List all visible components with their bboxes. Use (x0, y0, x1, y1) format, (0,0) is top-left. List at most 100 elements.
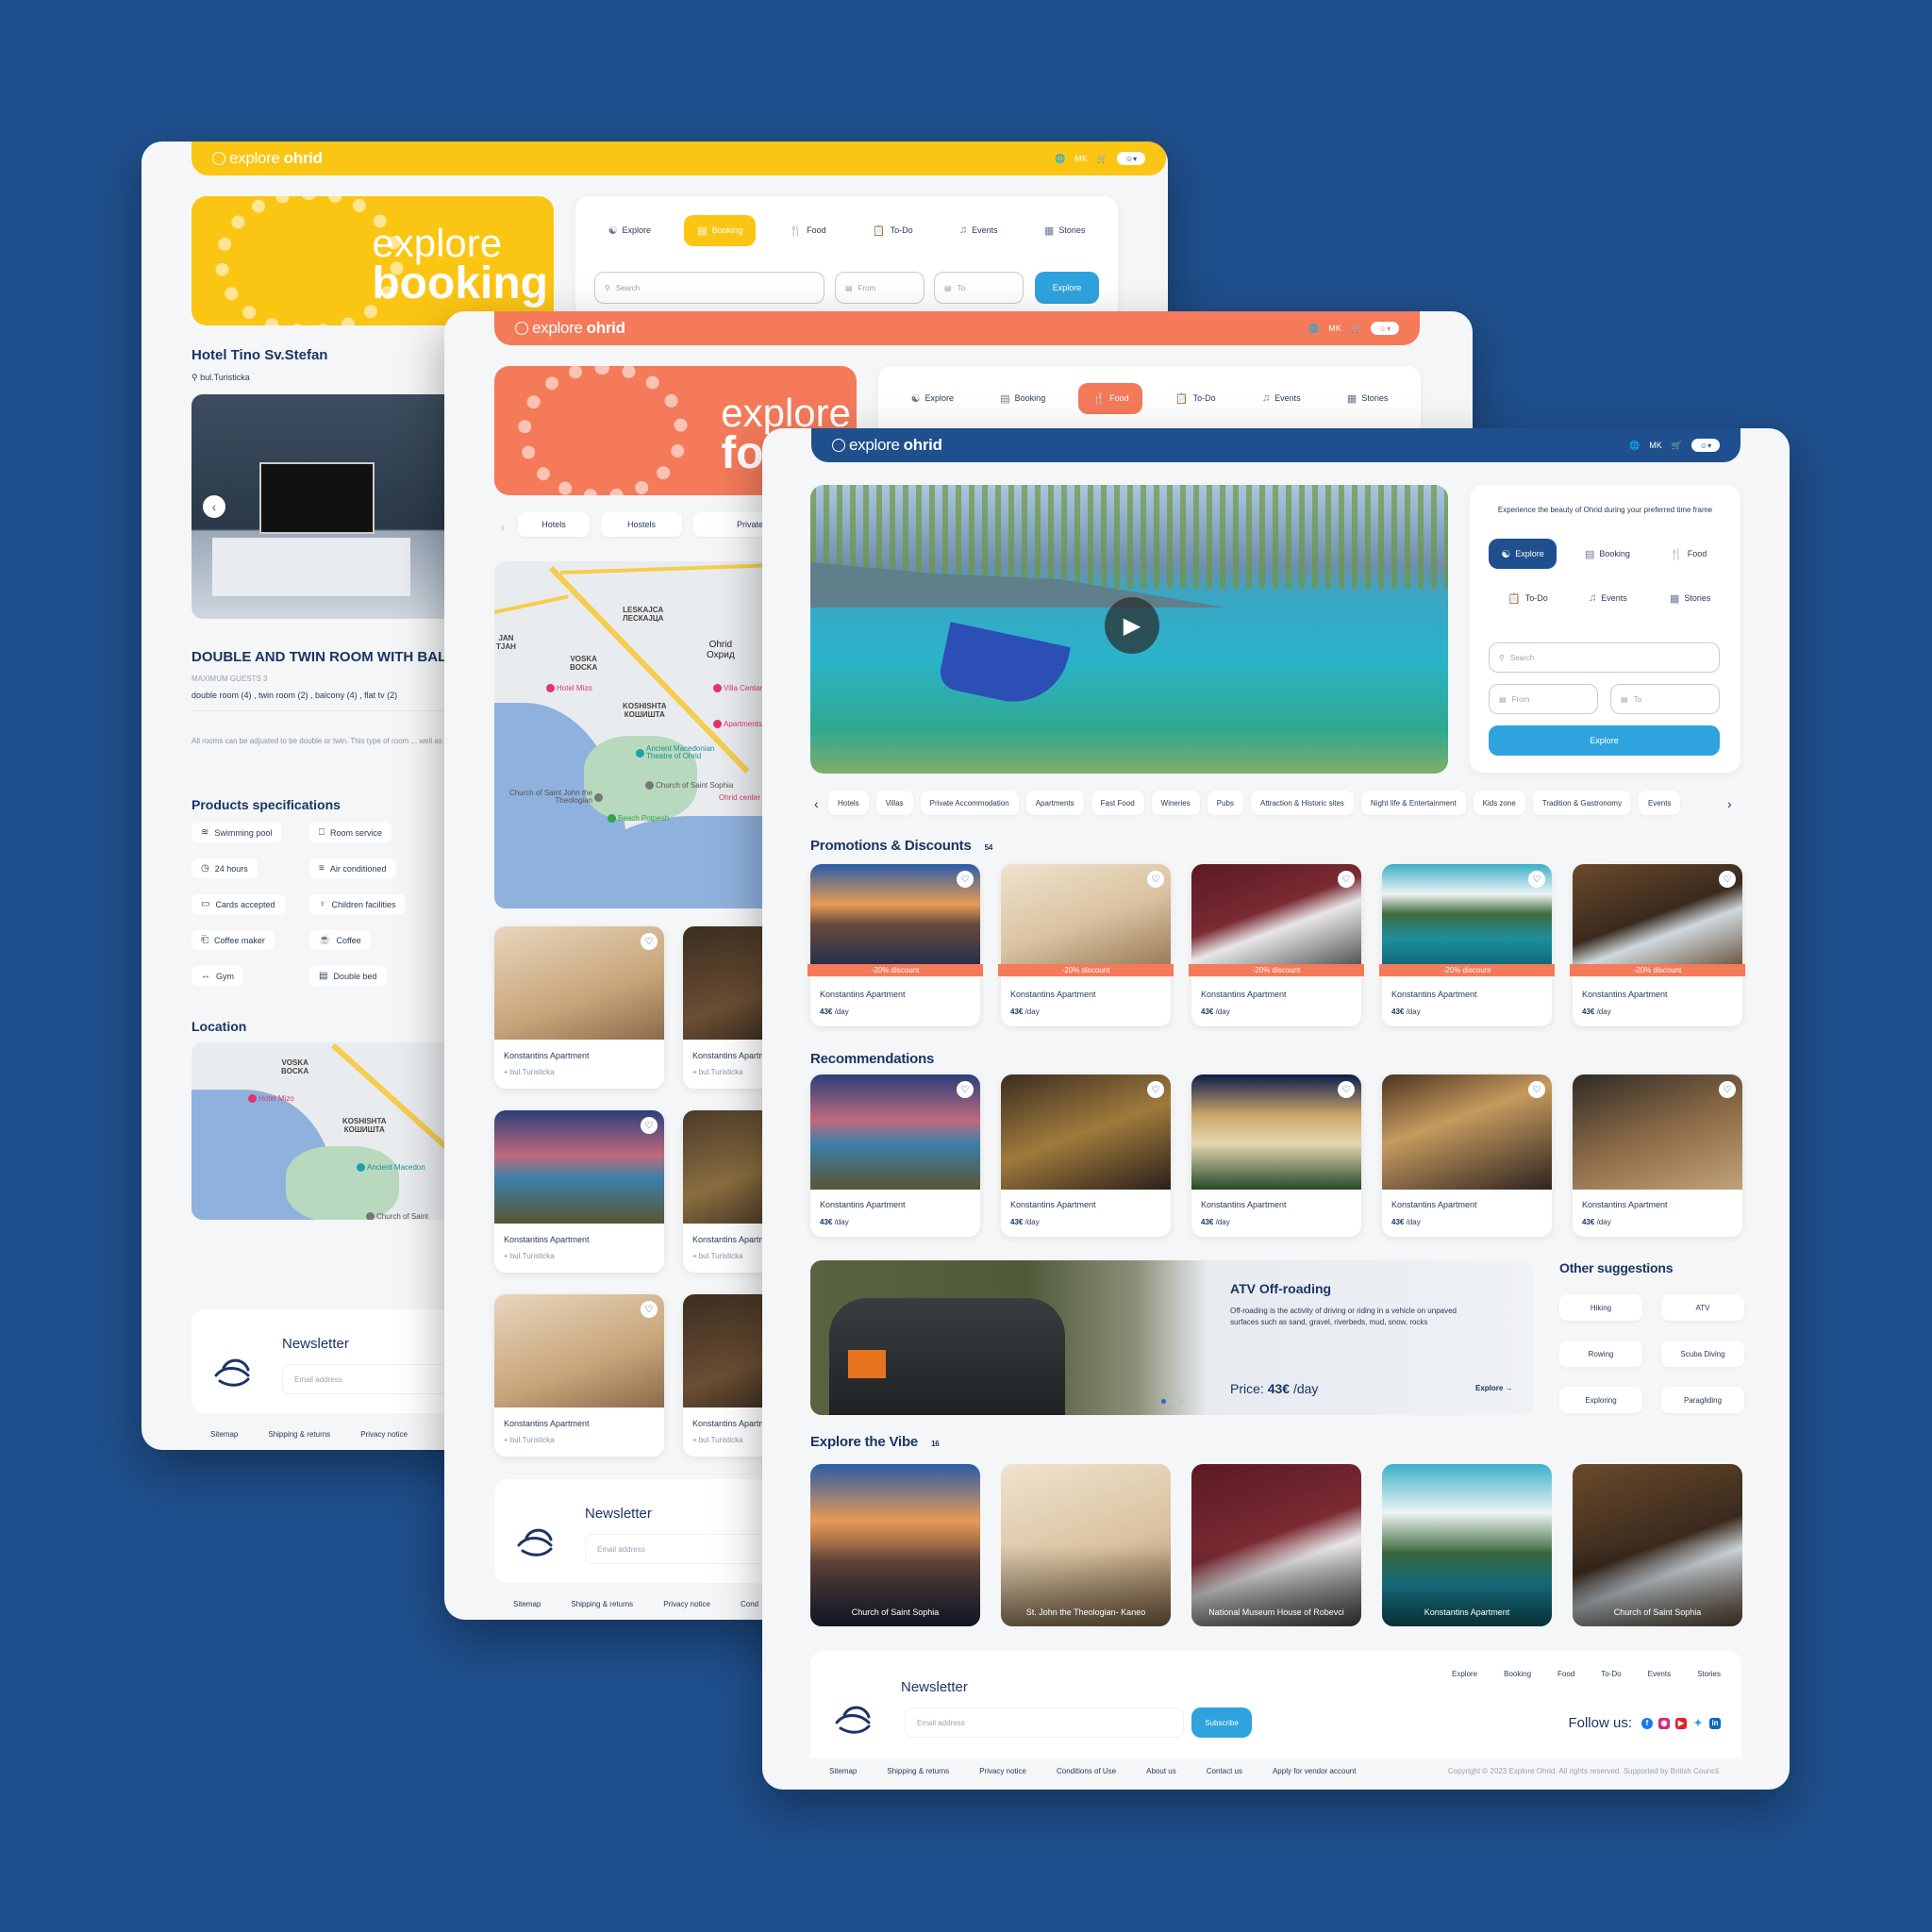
nav-food[interactable]: 🍴 Food (1078, 382, 1142, 414)
user-menu[interactable]: ☺▾ (1117, 152, 1145, 165)
subscribe-button[interactable]: Subscribe (1191, 1707, 1252, 1738)
explore-button[interactable]: Explore (1035, 272, 1099, 304)
cart-icon[interactable]: 🛒 (1672, 441, 1682, 451)
footer-link[interactable]: Shipping & returns (887, 1767, 949, 1775)
footer-link[interactable]: About us (1146, 1767, 1176, 1775)
recommendation-card[interactable]: ♡ Konstantins Apartment 43€ /day (1001, 1074, 1171, 1237)
footer-nav-link[interactable]: Events (1648, 1670, 1671, 1678)
map-pin-apartments[interactable]: Apartments (713, 720, 762, 728)
favorite-heart-icon[interactable]: ♡ (1338, 1081, 1355, 1098)
map-pin-church-john[interactable]: Church of Saint John the Theologian (508, 789, 603, 806)
email-input[interactable]: Email address (585, 1534, 777, 1564)
recommendation-card[interactable]: ♡ Konstantins Apartment 43€ /day (1382, 1074, 1552, 1237)
promo-card[interactable]: ♡ -20% discount Konstantins Apartment 43€ /… (1379, 864, 1555, 1026)
carousel-dot[interactable] (1178, 1399, 1183, 1404)
footer-link-conditions[interactable]: Cond (741, 1600, 758, 1608)
filter-hotels[interactable]: Hotels (518, 512, 590, 537)
category-chip[interactable]: Pubs (1207, 791, 1243, 815)
map-pin-theatre[interactable]: Ancient Macedonian Theatre of Ohrid (636, 744, 736, 761)
footer-link-sitemap[interactable]: Sitemap (513, 1600, 541, 1608)
footer-link[interactable]: Apply for vendor account (1273, 1767, 1357, 1775)
suggestion-chip[interactable]: Paragliding (1661, 1387, 1744, 1413)
to-date-input[interactable]: ▤ To (934, 272, 1024, 304)
map-pin-church-sophia[interactable]: Church of Saint Sophia (645, 781, 733, 790)
nav-events[interactable]: ♫ Events (1575, 583, 1641, 613)
promo-card[interactable]: ♡ -20% discount Konstantins Apartment 43€ /… (998, 864, 1174, 1026)
favorite-heart-icon[interactable]: ♡ (1719, 1081, 1736, 1098)
promo-card[interactable]: ♡ -20% discount Konstantins Apartment 43€ /… (808, 864, 983, 1026)
logo[interactable]: explore ohrid (212, 149, 323, 168)
suggestion-chip[interactable]: Scuba Diving (1661, 1341, 1744, 1367)
language-selector[interactable]: MK (1074, 154, 1088, 163)
category-chip[interactable]: Night life & Entertainment (1360, 791, 1466, 815)
filter-hostels[interactable]: Hostels (601, 512, 682, 537)
favorite-heart-icon[interactable]: ♡ (641, 1117, 658, 1134)
promo-card[interactable]: ♡ -20% discount Konstantins Apartment 43€ /… (1570, 864, 1745, 1026)
nav-events[interactable]: ♫ Events (1249, 383, 1314, 413)
facebook-icon[interactable]: f (1641, 1717, 1653, 1729)
category-chip[interactable]: Hotels (828, 791, 869, 815)
venue-card[interactable]: ♡ Konstantins Apartment ⌖ bul.Turisticka (494, 1294, 664, 1457)
category-chip[interactable]: Events (1638, 791, 1681, 815)
suggestion-chip[interactable]: Exploring (1559, 1387, 1642, 1413)
category-chip[interactable]: Private Accommodation (920, 791, 1019, 815)
footer-link-privacy[interactable]: Privacy notice (663, 1600, 710, 1608)
footer-link-shipping[interactable]: Shipping & returns (571, 1600, 633, 1608)
search-input[interactable]: ⚲ Search (594, 272, 824, 304)
favorite-heart-icon[interactable]: ♡ (1719, 871, 1736, 888)
globe-icon[interactable]: 🌐 (1629, 441, 1640, 451)
featured-activity-card[interactable]: ATV Off-roading Off-roading is the activ… (810, 1260, 1533, 1415)
footer-link[interactable]: Privacy notice (979, 1767, 1026, 1775)
globe-icon[interactable]: 🌐 (1055, 154, 1065, 164)
to-date-input[interactable]: ▤ To (1610, 684, 1720, 714)
category-chip[interactable]: Tradition & Gastronomy (1532, 791, 1631, 815)
footer-link[interactable]: Conditions of Use (1057, 1767, 1116, 1775)
globe-icon[interactable]: 🌐 (1308, 324, 1319, 334)
categories-prev-icon[interactable]: ‹ (814, 796, 819, 811)
nav-booking[interactable]: ▤ Booking (684, 214, 757, 246)
favorite-heart-icon[interactable]: ♡ (1147, 871, 1164, 888)
category-chip[interactable]: Apartments (1025, 791, 1084, 815)
user-menu[interactable]: ☺▾ (1691, 439, 1720, 452)
linkedin-icon[interactable]: in (1709, 1717, 1721, 1729)
restaurants-map[interactable]: LESKAJCA ЛЕСКАЈЦА VOSKA BOCKA KOSHISHTA КОШ… (494, 561, 777, 908)
favorite-heart-icon[interactable]: ♡ (1528, 1081, 1545, 1098)
footer-link[interactable]: Sitemap (829, 1767, 857, 1775)
featured-explore-link[interactable]: Explore → (1475, 1384, 1513, 1392)
cart-icon[interactable]: 🛒 (1351, 324, 1361, 334)
logo[interactable]: explore ohrid (832, 436, 942, 455)
footer-link-shipping[interactable]: Shipping & returns (268, 1430, 330, 1439)
footer-link-privacy[interactable]: Privacy notice (360, 1430, 408, 1439)
recommendation-card[interactable]: ♡ Konstantins Apartment 43€ /day (1191, 1074, 1361, 1237)
map-pin-church-sophia[interactable]: Church of Saint (366, 1212, 428, 1220)
email-input[interactable]: Email address (905, 1707, 1184, 1738)
hero-video[interactable]: ▶ (810, 485, 1448, 774)
favorite-heart-icon[interactable]: ♡ (957, 871, 974, 888)
favorite-heart-icon[interactable]: ♡ (641, 933, 658, 950)
nav-explore[interactable]: ☯ Explore (595, 215, 664, 246)
suggestion-chip[interactable]: Rowing (1559, 1341, 1642, 1367)
categories-next-icon[interactable]: › (1727, 796, 1732, 811)
suggestion-chip[interactable]: ATV (1661, 1294, 1744, 1321)
nav-todo[interactable]: 📋 To-Do (1494, 583, 1561, 613)
favorite-heart-icon[interactable]: ♡ (957, 1081, 974, 1098)
logo[interactable]: explore ohrid (515, 319, 625, 338)
category-chip[interactable]: Attraction & Historic sites (1251, 791, 1354, 815)
from-date-input[interactable]: ▤ From (835, 272, 924, 304)
nav-explore[interactable]: ☯ Explore (898, 383, 967, 414)
vibe-card[interactable]: National Museum House of Robevci (1191, 1464, 1361, 1626)
footer-link-sitemap[interactable]: Sitemap (210, 1430, 238, 1439)
footer-nav-link[interactable]: Stories (1697, 1670, 1721, 1678)
footer-nav-link[interactable]: Booking (1504, 1670, 1531, 1678)
category-chip[interactable]: Wineries (1151, 791, 1200, 815)
from-date-input[interactable]: ▤ From (1489, 684, 1598, 714)
venue-card[interactable]: ♡ Konstantins Apartment ⌖ bul.Turisticka (494, 1110, 664, 1273)
youtube-icon[interactable]: ▶ (1675, 1717, 1687, 1729)
nav-todo[interactable]: 📋 To-Do (859, 215, 926, 246)
carousel-prev-button[interactable]: ‹ (203, 495, 225, 518)
map-pin-theatre[interactable]: Ancient Macedon (357, 1163, 425, 1172)
carousel-dot[interactable] (1170, 1399, 1174, 1404)
nav-explore[interactable]: ☯ Explore (1489, 539, 1557, 569)
language-selector[interactable]: MK (1649, 441, 1662, 450)
favorite-heart-icon[interactable]: ♡ (1528, 871, 1545, 888)
